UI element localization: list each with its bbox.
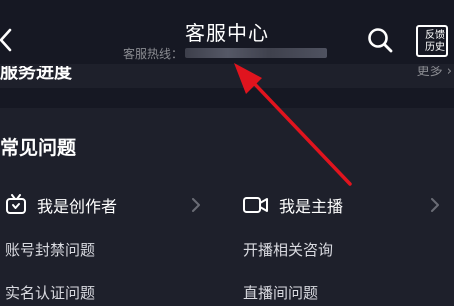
category-host[interactable]: 我是主播 <box>243 193 343 217</box>
feedback-history-button[interactable]: 反馈 历史 <box>416 25 448 57</box>
feedback-history-label-line2: 历史 <box>425 42 445 53</box>
hotline-label: 客服热线： <box>123 46 184 61</box>
video-camera-icon <box>243 197 268 213</box>
category-host-label: 我是主播 <box>279 197 344 216</box>
tv-icon <box>6 194 26 214</box>
faq-question-live-start[interactable]: 开播相关咨询 <box>243 239 333 260</box>
chevron-right-icon[interactable] <box>191 198 201 212</box>
faq-title: 常见问题 <box>0 137 77 159</box>
category-creator[interactable]: 我是创作者 <box>5 193 117 217</box>
faq-section: 常见问题 我是创作者 我是主播 账号封禁问题 开播相关咨询 实名认证问题 直播间… <box>0 108 454 306</box>
feedback-history-label-line1: 反馈 <box>425 30 445 41</box>
chevron-right-icon[interactable] <box>430 198 440 212</box>
top-nav-bar: 客服中心 客服热线： 反馈 历史 <box>0 0 454 64</box>
hotline-number-redacted <box>185 48 328 58</box>
faq-question-account-ban[interactable]: 账号封禁问题 <box>5 239 95 260</box>
more-link-label: 更多 <box>416 64 443 79</box>
faq-question-live-room[interactable]: 直播间问题 <box>243 282 318 303</box>
customer-hotline: 客服热线： <box>123 46 328 61</box>
category-creator-label: 我是创作者 <box>37 197 118 216</box>
faq-question-real-name[interactable]: 实名认证问题 <box>5 282 95 303</box>
search-icon[interactable] <box>366 26 394 54</box>
